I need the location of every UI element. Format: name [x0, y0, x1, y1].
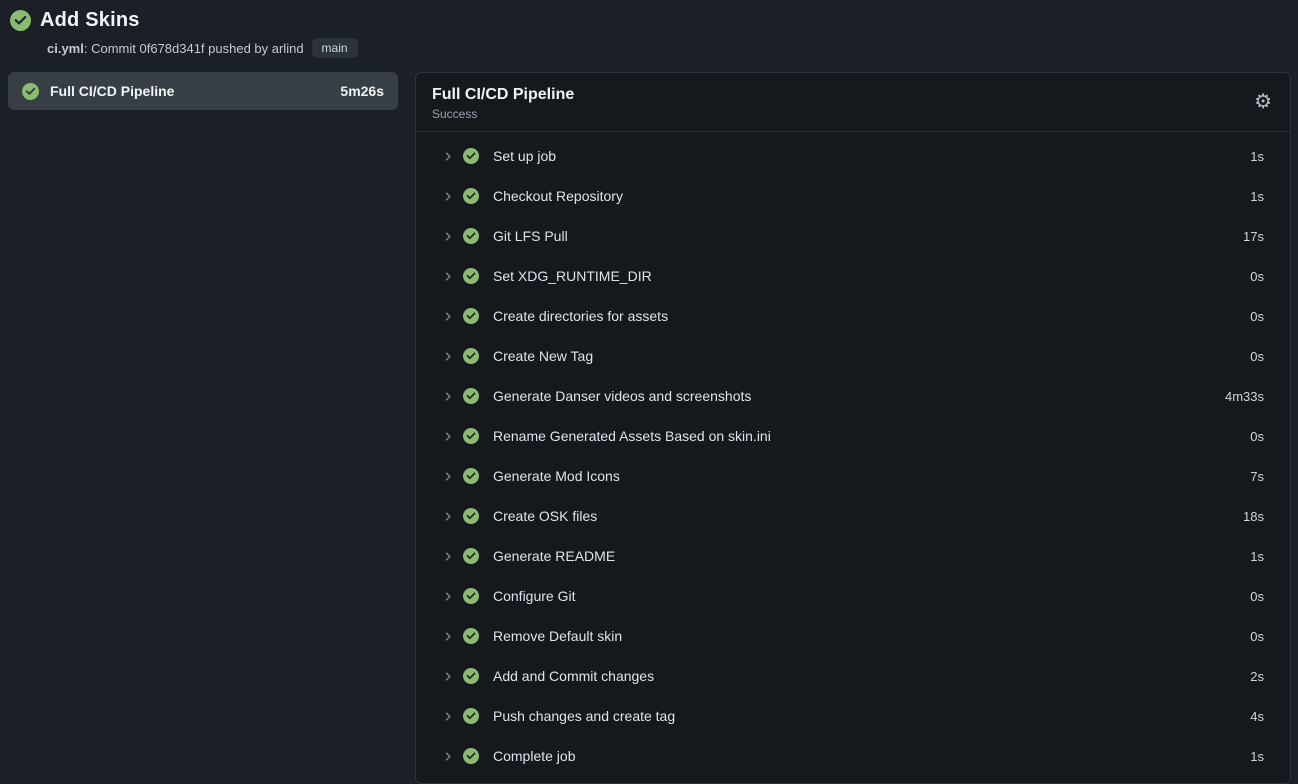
- workflow-file-name: ci.yml: [47, 41, 84, 56]
- step-row[interactable]: Generate Mod Icons 7s: [416, 456, 1290, 496]
- step-label: Git LFS Pull: [493, 228, 1234, 244]
- chevron-right-icon[interactable]: [441, 190, 454, 203]
- commit-subtitle: ci.yml: Commit 0f678d341f pushed by arli…: [47, 41, 304, 56]
- step-label: Create directories for assets: [493, 308, 1241, 324]
- success-check-icon: [463, 428, 479, 444]
- step-duration: 2s: [1250, 669, 1264, 684]
- success-check-icon: [463, 388, 479, 404]
- page-title: Add Skins: [40, 9, 140, 32]
- success-check-icon: [463, 308, 479, 324]
- step-duration: 0s: [1250, 269, 1264, 284]
- step-duration: 1s: [1250, 149, 1264, 164]
- run-header: Add Skins ci.yml: Commit 0f678d341f push…: [0, 0, 1298, 59]
- branch-badge: main: [312, 38, 358, 58]
- step-label: Complete job: [493, 748, 1241, 764]
- chevron-right-icon[interactable]: [441, 750, 454, 763]
- step-label: Rename Generated Assets Based on skin.in…: [493, 428, 1241, 444]
- chevron-right-icon[interactable]: [441, 710, 454, 723]
- run-success-check-icon: [10, 10, 31, 31]
- step-row[interactable]: Git LFS Pull 17s: [416, 216, 1290, 256]
- success-check-icon: [463, 748, 479, 764]
- step-duration: 1s: [1250, 189, 1264, 204]
- success-check-icon: [463, 628, 479, 644]
- step-row[interactable]: Create New Tag 0s: [416, 336, 1290, 376]
- chevron-right-icon[interactable]: [441, 390, 454, 403]
- chevron-right-icon[interactable]: [441, 150, 454, 163]
- step-row[interactable]: Create directories for assets 0s: [416, 296, 1290, 336]
- step-row[interactable]: Remove Default skin 0s: [416, 616, 1290, 656]
- jobs-sidebar: Full CI/CD Pipeline 5m26s: [8, 72, 398, 110]
- step-row[interactable]: Generate README 1s: [416, 536, 1290, 576]
- step-label: Configure Git: [493, 588, 1241, 604]
- step-duration: 18s: [1243, 509, 1264, 524]
- success-check-icon: [463, 548, 479, 564]
- step-row[interactable]: Generate Danser videos and screenshots 4…: [416, 376, 1290, 416]
- step-row[interactable]: Push changes and create tag 4s: [416, 696, 1290, 736]
- chevron-right-icon[interactable]: [441, 430, 454, 443]
- job-status-text: Success: [432, 107, 1254, 121]
- chevron-right-icon[interactable]: [441, 590, 454, 603]
- step-label: Generate README: [493, 548, 1241, 564]
- chevron-right-icon[interactable]: [441, 670, 454, 683]
- chevron-right-icon[interactable]: [441, 230, 454, 243]
- job-log-header: Full CI/CD Pipeline Success ⚙: [416, 73, 1290, 132]
- success-check-icon: [463, 668, 479, 684]
- step-row[interactable]: Checkout Repository 1s: [416, 176, 1290, 216]
- chevron-right-icon[interactable]: [441, 310, 454, 323]
- job-name: Full CI/CD Pipeline: [50, 83, 329, 99]
- job-log-panel: Full CI/CD Pipeline Success ⚙ Set up job…: [415, 72, 1291, 784]
- step-duration: 4m33s: [1225, 389, 1264, 404]
- chevron-right-icon[interactable]: [441, 270, 454, 283]
- step-duration: 0s: [1250, 429, 1264, 444]
- chevron-right-icon[interactable]: [441, 510, 454, 523]
- step-duration: 4s: [1250, 709, 1264, 724]
- step-label: Add and Commit changes: [493, 668, 1241, 684]
- step-row[interactable]: Configure Git 0s: [416, 576, 1290, 616]
- step-duration: 1s: [1250, 549, 1264, 564]
- success-check-icon: [463, 228, 479, 244]
- step-duration: 0s: [1250, 589, 1264, 604]
- step-label: Generate Danser videos and screenshots: [493, 388, 1216, 404]
- success-check-icon: [463, 588, 479, 604]
- step-row[interactable]: Set up job 1s: [416, 136, 1290, 176]
- success-check-icon: [463, 268, 479, 284]
- step-label: Set XDG_RUNTIME_DIR: [493, 268, 1241, 284]
- step-duration: 17s: [1243, 229, 1264, 244]
- step-label: Generate Mod Icons: [493, 468, 1241, 484]
- success-check-icon: [463, 348, 479, 364]
- step-label: Checkout Repository: [493, 188, 1241, 204]
- chevron-right-icon[interactable]: [441, 470, 454, 483]
- step-row[interactable]: Create OSK files 18s: [416, 496, 1290, 536]
- steps-list: Set up job 1s Checkout Repository 1s: [416, 132, 1290, 776]
- sidebar-job-item[interactable]: Full CI/CD Pipeline 5m26s: [8, 72, 398, 110]
- chevron-right-icon[interactable]: [441, 550, 454, 563]
- step-duration: 7s: [1250, 469, 1264, 484]
- job-duration: 5m26s: [340, 83, 384, 99]
- step-row[interactable]: Complete job 1s: [416, 736, 1290, 776]
- step-label: Create OSK files: [493, 508, 1234, 524]
- chevron-right-icon[interactable]: [441, 350, 454, 363]
- step-label: Set up job: [493, 148, 1241, 164]
- chevron-right-icon[interactable]: [441, 630, 454, 643]
- success-check-icon: [463, 468, 479, 484]
- step-row[interactable]: Rename Generated Assets Based on skin.in…: [416, 416, 1290, 456]
- success-check-icon: [463, 508, 479, 524]
- job-success-check-icon: [22, 83, 39, 100]
- commit-message: : Commit 0f678d341f pushed by arlind: [84, 41, 304, 56]
- step-row[interactable]: Set XDG_RUNTIME_DIR 0s: [416, 256, 1290, 296]
- step-label: Remove Default skin: [493, 628, 1241, 644]
- gear-icon[interactable]: ⚙: [1254, 92, 1272, 112]
- step-label: Push changes and create tag: [493, 708, 1241, 724]
- step-duration: 0s: [1250, 349, 1264, 364]
- success-check-icon: [463, 708, 479, 724]
- success-check-icon: [463, 148, 479, 164]
- job-title: Full CI/CD Pipeline: [432, 86, 1254, 104]
- step-duration: 0s: [1250, 309, 1264, 324]
- step-row[interactable]: Add and Commit changes 2s: [416, 656, 1290, 696]
- success-check-icon: [463, 188, 479, 204]
- step-duration: 0s: [1250, 629, 1264, 644]
- step-label: Create New Tag: [493, 348, 1241, 364]
- run-content: Full CI/CD Pipeline 5m26s Full CI/CD Pip…: [0, 72, 1298, 784]
- step-duration: 1s: [1250, 749, 1264, 764]
